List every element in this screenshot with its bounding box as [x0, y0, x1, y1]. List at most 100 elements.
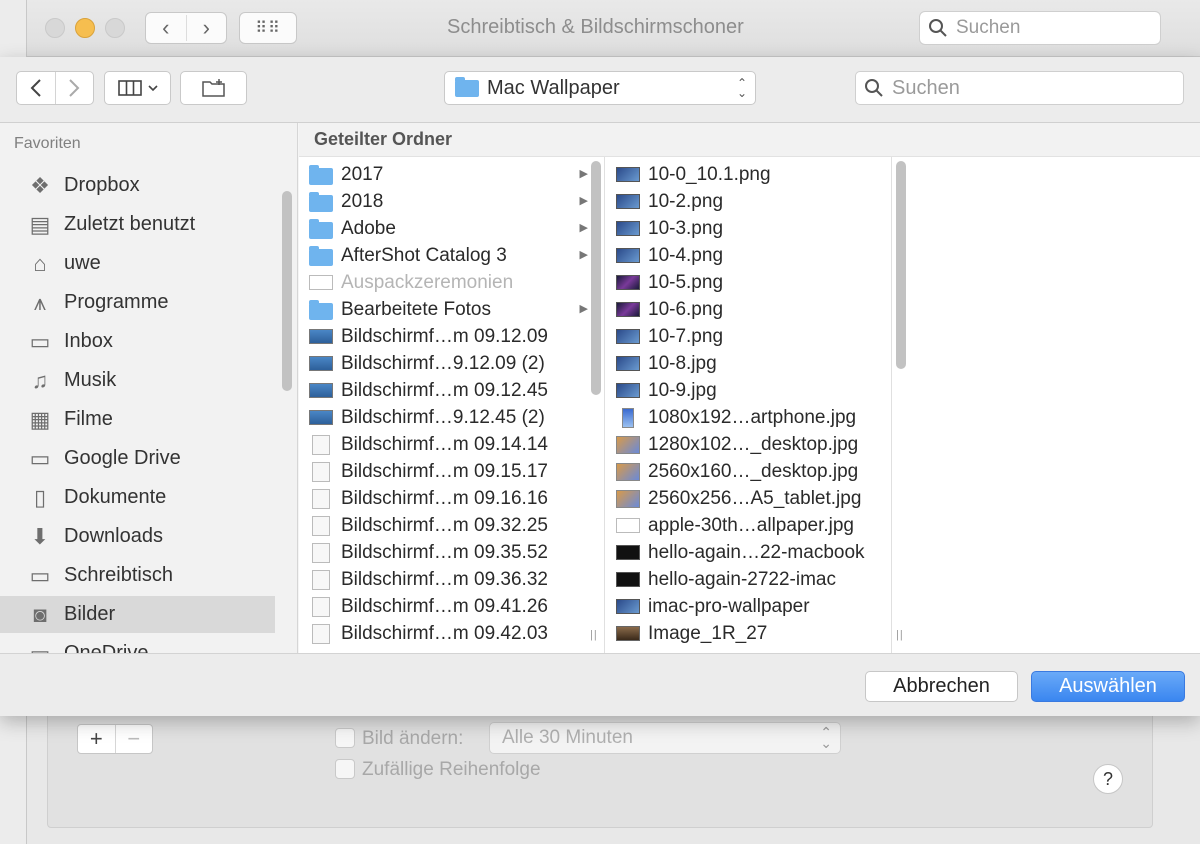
- file-row[interactable]: 10-8.jpg: [606, 350, 891, 377]
- file-row[interactable]: Bildschirmf…m 09.12.45: [299, 377, 604, 404]
- sidebar-item-musik[interactable]: ♫ Musik: [0, 362, 275, 399]
- file-row[interactable]: 2560x256…A5_tablet.jpg: [606, 485, 891, 512]
- file-row[interactable]: Bildschirmf…m 09.42.03: [299, 620, 604, 647]
- sidebar-item-programme[interactable]: ⩚ Programme: [0, 284, 275, 321]
- location-label: Mac Wallpaper: [487, 76, 620, 99]
- file-row[interactable]: 10-4.png: [606, 242, 891, 269]
- sidebar-item-downloads[interactable]: ⬇ Downloads: [0, 518, 275, 555]
- sidebar-item-bilder[interactable]: ◙ Bilder: [0, 596, 275, 633]
- file-row[interactable]: 10-7.png: [606, 323, 891, 350]
- sidebar-item-filme[interactable]: ▦ Filme: [0, 401, 275, 438]
- file-row[interactable]: Bildschirmf…m 09.14.14: [299, 431, 604, 458]
- file-row[interactable]: Adobe ▶: [299, 215, 604, 242]
- location-popup[interactable]: Mac Wallpaper ⌃ ⌄: [444, 71, 756, 105]
- file-row[interactable]: Bildschirmf…m 09.32.25: [299, 512, 604, 539]
- file-row[interactable]: Bildschirmf…m 09.35.52: [299, 539, 604, 566]
- file-row[interactable]: 2560x160…_desktop.jpg: [606, 458, 891, 485]
- file-row[interactable]: Bildschirmf…m 09.16.16: [299, 485, 604, 512]
- change-picture-checkbox[interactable]: [335, 728, 355, 748]
- sidebar-item-inbox[interactable]: ▭ Inbox: [0, 323, 275, 360]
- file-thumbnail-icon: [616, 167, 640, 182]
- file-name: Auspackzeremonien: [341, 271, 514, 293]
- file-thumbnail-icon: [312, 434, 330, 455]
- choose-button[interactable]: Auswählen: [1031, 671, 1185, 702]
- disclosure-triangle-icon: ▶: [579, 303, 588, 315]
- file-row[interactable]: Bildschirmf…m 09.12.09: [299, 323, 604, 350]
- file-row[interactable]: 10-0_10.1.png: [606, 161, 891, 188]
- downloads-icon: ⬇: [30, 523, 50, 549]
- chevron-right-icon[interactable]: ›: [187, 15, 227, 41]
- file-row[interactable]: imac-pro-wallpaper: [606, 593, 891, 620]
- sidebar-item-zuletzt-benutzt[interactable]: ▤ Zuletzt benutzt: [0, 206, 275, 243]
- sidebar-item-dropbox[interactable]: ❖ Dropbox: [0, 167, 275, 204]
- file-row[interactable]: 10-6.png: [606, 296, 891, 323]
- sidebar-item-google-drive[interactable]: ▭ Google Drive: [0, 440, 275, 477]
- column-resize-handle[interactable]: ||: [896, 629, 904, 641]
- view-mode-button[interactable]: [104, 71, 171, 105]
- file-thumbnail-icon: [309, 329, 333, 344]
- sidebar-item-onedrive[interactable]: ▭ OneDrive: [0, 635, 275, 654]
- sidebar-item-dokumente[interactable]: ▯ Dokumente: [0, 479, 275, 516]
- file-thumbnail-icon: [309, 356, 333, 371]
- show-all-grid-button[interactable]: ⠿⠿: [239, 12, 297, 44]
- file-name: 2018: [341, 190, 384, 212]
- file-row[interactable]: apple-30th…allpaper.jpg: [606, 512, 891, 539]
- add-button[interactable]: +: [78, 725, 115, 753]
- file-thumbnail-icon: [616, 194, 640, 209]
- new-folder-button[interactable]: [180, 71, 247, 105]
- file-row[interactable]: 1080x192…artphone.jpg: [606, 404, 891, 431]
- file-row[interactable]: 10-9.jpg: [606, 377, 891, 404]
- preferences-pane: [47, 700, 1153, 828]
- file-row[interactable]: Bildschirmf…m 09.41.26: [299, 593, 604, 620]
- remove-button[interactable]: −: [114, 725, 153, 753]
- column-resize-handle[interactable]: ||: [590, 629, 598, 641]
- column-2-scrollbar[interactable]: [896, 161, 906, 369]
- file-row[interactable]: hello-again…22-macbook: [606, 539, 891, 566]
- sidebar-item-schreibtisch[interactable]: ▭ Schreibtisch: [0, 557, 275, 594]
- zoom-button[interactable]: [105, 18, 125, 38]
- file-row[interactable]: Image_1R_27: [606, 620, 891, 647]
- file-row[interactable]: Bildschirmf…m 09.15.17: [299, 458, 604, 485]
- sidebar-item-uwe[interactable]: ⌂ uwe: [0, 245, 275, 282]
- file-thumbnail-icon: [616, 356, 640, 371]
- file-thumbnail-icon: [616, 221, 640, 236]
- file-row[interactable]: 10-5.png: [606, 269, 891, 296]
- back-button[interactable]: [17, 72, 56, 104]
- preferences-search-field[interactable]: Suchen: [919, 11, 1161, 45]
- file-row[interactable]: 10-3.png: [606, 215, 891, 242]
- file-row[interactable]: AfterShot Catalog 3 ▶: [299, 242, 604, 269]
- file-thumbnail-icon: [312, 515, 330, 536]
- file-row[interactable]: Bildschirmf…9.12.45 (2): [299, 404, 604, 431]
- sidebar: Favoriten ❖ Dropbox ▤ Zuletzt benutzt ⌂ uwe ⩚ P…: [0, 123, 298, 653]
- file-row[interactable]: 1280x102…_desktop.jpg: [606, 431, 891, 458]
- file-thumbnail-icon: [616, 489, 640, 508]
- file-row[interactable]: hello-again-2722-imac: [606, 566, 891, 593]
- random-order-checkbox[interactable]: [335, 759, 355, 779]
- disclosure-triangle-icon: ▶: [579, 249, 588, 261]
- column-1-scrollbar[interactable]: [591, 161, 601, 395]
- file-name: 1280x102…_desktop.jpg: [648, 433, 859, 455]
- panel-search-field[interactable]: Suchen: [855, 71, 1184, 105]
- file-row[interactable]: Bildschirmf…9.12.09 (2): [299, 350, 604, 377]
- sidebar-scrollbar[interactable]: [282, 191, 292, 391]
- close-button[interactable]: [45, 18, 65, 38]
- search-icon: [929, 19, 947, 37]
- file-row[interactable]: 2018 ▶: [299, 188, 604, 215]
- forward-button[interactable]: [56, 72, 94, 104]
- file-row[interactable]: 10-2.png: [606, 188, 891, 215]
- search-placeholder: Suchen: [892, 76, 960, 99]
- interval-select[interactable]: Alle 30 Minuten ⌃ ⌄: [489, 722, 841, 754]
- file-row[interactable]: 2017 ▶: [299, 161, 604, 188]
- sidebar-item-label: Musik: [64, 369, 117, 391]
- chevron-left-icon[interactable]: ‹: [146, 15, 187, 41]
- file-row[interactable]: Bearbeitete Fotos ▶: [299, 296, 604, 323]
- back-forward-control: [16, 71, 94, 105]
- file-row[interactable]: Bildschirmf…m 09.36.32: [299, 566, 604, 593]
- help-button[interactable]: ?: [1093, 764, 1123, 794]
- disclosure-triangle-icon: ▶: [579, 168, 588, 180]
- minimize-button[interactable]: [75, 18, 95, 38]
- cancel-button[interactable]: Abbrechen: [865, 671, 1018, 702]
- file-name: Bildschirmf…9.12.09 (2): [341, 352, 545, 374]
- desktop-icon: ▭: [29, 562, 51, 588]
- file-row[interactable]: Auspackzeremonien: [299, 269, 604, 296]
